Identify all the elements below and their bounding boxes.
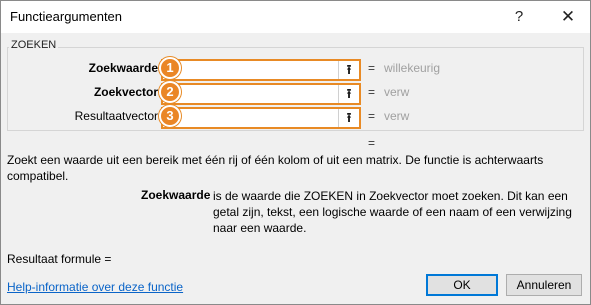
step-badge-2: 2: [159, 81, 181, 103]
help-button[interactable]: ?: [504, 5, 534, 29]
collapse-dialog-icon[interactable]: ⭱: [338, 109, 359, 127]
collapse-dialog-icon[interactable]: ⭱: [338, 61, 359, 79]
argument-row-zoekwaarde: Zoekwaarde ⭱ 1 = willekeurig: [1, 57, 591, 81]
step-badge-1: 1: [159, 57, 181, 79]
argument-row-zoekvector: Zoekvector ⭱ 2 = verw: [1, 81, 591, 105]
close-button[interactable]: ✕: [553, 5, 583, 29]
dialog-title: Functieargumenten: [10, 9, 123, 24]
resultaatvector-input[interactable]: [183, 109, 333, 127]
resultaatvector-field[interactable]: ⭱: [161, 107, 361, 129]
collapse-dialog-icon[interactable]: ⭱: [338, 85, 359, 103]
argument-label: Resultaatvector: [74, 109, 158, 123]
zoekwaarde-field[interactable]: ⭱: [161, 59, 361, 81]
function-result-equals: =: [368, 136, 376, 150]
title-bar[interactable]: Functieargumenten ? ✕: [1, 1, 590, 33]
help-link[interactable]: Help-informatie over deze functie: [7, 280, 183, 294]
function-description: Zoekt een waarde uit een bereik met één …: [7, 153, 544, 183]
argument-help-name: Zoekwaarde: [141, 188, 211, 202]
argument-result: verw: [384, 109, 410, 123]
argument-result: verw: [384, 85, 410, 99]
zoekvector-input[interactable]: [183, 85, 333, 103]
zoekwaarde-input[interactable]: [183, 61, 333, 79]
equals-sign: =: [368, 61, 376, 75]
argument-label: Zoekvector: [93, 85, 158, 99]
zoekvector-field[interactable]: ⭱: [161, 83, 361, 105]
step-badge-3: 3: [159, 105, 181, 127]
cancel-button[interactable]: Annuleren: [506, 274, 582, 296]
argument-result: willekeurig: [384, 61, 441, 75]
function-name-label: ZOEKEN: [9, 39, 59, 51]
equals-sign: =: [368, 85, 376, 99]
formula-result: Resultaat formule =: [7, 252, 112, 266]
argument-row-resultaatvector: Resultaatvector ⭱ 3 = verw: [1, 105, 591, 129]
argument-help-text: is de waarde die ZOEKEN in Zoekvector mo…: [213, 189, 572, 235]
equals-sign: =: [368, 109, 376, 123]
function-arguments-dialog: Functieargumenten ? ✕ ZOEKEN Zoekwaarde …: [0, 0, 591, 305]
ok-button[interactable]: OK: [426, 274, 498, 296]
argument-label: Zoekwaarde: [88, 61, 158, 75]
